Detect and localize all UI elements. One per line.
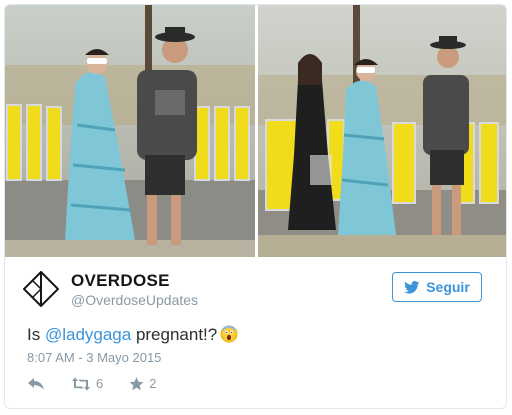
tweet-text-prefix: Is xyxy=(27,325,45,344)
tweet-media[interactable] xyxy=(5,5,506,257)
account-handle[interactable]: @OverdoseUpdates xyxy=(71,291,198,309)
tweet-header: OVERDOSE @OverdoseUpdates Seguir xyxy=(23,267,488,311)
follow-button-label: Seguir xyxy=(426,279,470,295)
tweet-actions: 6 2 xyxy=(27,376,182,391)
display-name[interactable]: OVERDOSE xyxy=(71,271,198,291)
photo-left[interactable] xyxy=(5,5,255,257)
tweet-text: Is @ladygaga pregnant!? xyxy=(27,325,238,345)
tweet-card: OVERDOSE @OverdoseUpdates Seguir Is @lad… xyxy=(4,4,507,409)
photo-right-image xyxy=(258,5,506,257)
tweet-text-suffix: pregnant!? xyxy=(131,325,218,344)
overdose-logo[interactable] xyxy=(23,271,59,307)
account-names[interactable]: OVERDOSE @OverdoseUpdates xyxy=(71,271,198,309)
face-screaming-in-fear-icon xyxy=(220,325,238,343)
favorite-count: 2 xyxy=(149,376,157,391)
twitter-bird-icon xyxy=(404,280,420,293)
favorite-button[interactable]: 2 xyxy=(129,376,156,391)
retweet-count: 6 xyxy=(96,376,104,391)
photo-right[interactable] xyxy=(258,5,506,257)
reply-icon xyxy=(28,377,44,390)
reply-button[interactable] xyxy=(27,377,45,391)
tweet-timestamp[interactable]: 8:07 AM - 3 Mayo 2015 xyxy=(27,350,161,365)
mention-link[interactable]: @ladygaga xyxy=(45,325,131,344)
retweet-icon xyxy=(72,377,90,390)
photo-left-image xyxy=(5,5,255,257)
star-icon xyxy=(129,376,144,390)
retweet-button[interactable]: 6 xyxy=(71,376,103,391)
follow-button[interactable]: Seguir xyxy=(392,272,482,302)
